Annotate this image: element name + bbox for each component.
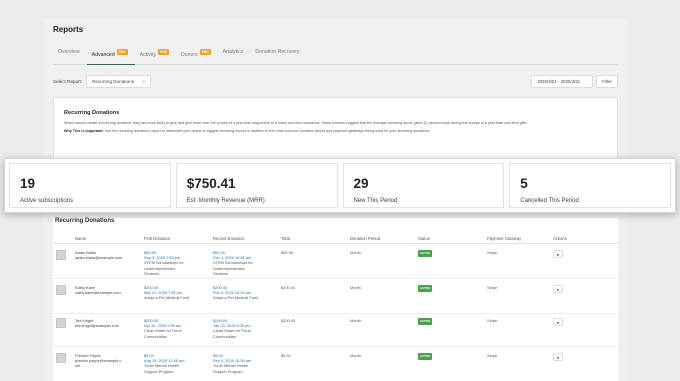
status-badge: ACTIVE	[418, 318, 433, 325]
col-donation-period[interactable]: Donation Period	[350, 236, 380, 241]
donor-email: adam.blake@example.com	[75, 255, 123, 261]
pro-badge: PRO	[158, 49, 169, 55]
table-row: Adam Blake adam.blake@example.com $50.00 S…	[53, 245, 618, 279]
total: $200.00	[281, 285, 296, 290]
avatar	[56, 353, 66, 363]
tab-analytics[interactable]: Analytics	[218, 45, 251, 65]
report-tabs: Overview Advanced PRO Activity PRO Donors P…	[53, 45, 618, 65]
tab-advanced[interactable]: Advanced PRO	[86, 45, 135, 65]
importance-text: Why This is Important: Use the recurring…	[64, 129, 431, 134]
col-total[interactable]: Total	[281, 236, 290, 241]
table-row: Ted Knight ted.knight@example.com $200.00…	[53, 313, 618, 347]
table-title: Recurring Donations	[55, 218, 115, 224]
stat-mrr: $750.41 Est. Monthly Revenue (MRR)	[175, 163, 338, 208]
col-actions: Actions	[553, 236, 567, 241]
period: Month	[350, 250, 361, 255]
table-row: Kathy Kane kathy.kane@example.com $200.00…	[53, 280, 618, 314]
gateway: Stripe	[487, 250, 498, 255]
description-text: When donors create a recurring donation,…	[64, 121, 528, 125]
col-name[interactable]: Name	[75, 236, 86, 241]
view-icon[interactable]: ●	[553, 250, 563, 258]
status-badge: ACTIVE	[418, 353, 433, 360]
period: Month	[350, 318, 361, 323]
page-title: Reports	[53, 25, 84, 34]
donor-email: preston.payne@example.c	[75, 358, 122, 364]
avatar	[56, 285, 66, 295]
gateway: Stripe	[487, 318, 498, 323]
report-description: Recurring Donations When donors create a…	[53, 97, 618, 165]
col-recent-donation[interactable]: Recent Donation	[213, 236, 244, 241]
view-icon[interactable]: ●	[553, 353, 563, 361]
table-row: Preston Payne preston.payne@example.c om $…	[53, 348, 618, 381]
filter-button[interactable]: Filter	[596, 74, 618, 88]
filter-bar: Select Report: Recurring Donations ⌄ 202…	[53, 71, 618, 91]
stat-new-this-period: 29 New This Period	[342, 163, 505, 208]
gateway: Stripe	[487, 353, 498, 358]
donor-email: kathy.kane@example.com	[75, 290, 121, 296]
total: $5.30	[281, 353, 291, 358]
avatar	[56, 250, 66, 260]
stat-cancelled-this-period: 5 Cancelled This Period	[509, 163, 671, 208]
date-range-input[interactable]: 2025/3/01 - 2025/4/31	[531, 74, 594, 88]
period: Month	[350, 285, 361, 290]
col-status[interactable]: Status	[418, 236, 430, 241]
report-select[interactable]: Recurring Donations ⌄	[86, 74, 151, 88]
select-report-label: Select Report:	[53, 78, 83, 84]
stat-active-subscriptions: 19 Active subscriptions	[9, 163, 171, 208]
status-badge: ACTIVE	[418, 250, 433, 257]
recurring-donations-table: Recurring Donations Name First Donation …	[53, 218, 618, 381]
view-icon[interactable]: ●	[553, 318, 563, 326]
table-header: Name First Donation Recent Donation Tota…	[53, 234, 618, 244]
total: $50.56	[281, 250, 293, 255]
donor-email: ted.knight@example.com	[75, 323, 119, 329]
tab-activity[interactable]: Activity PRO	[135, 45, 176, 65]
tab-donation-recovery[interactable]: Donation Recovery	[250, 45, 306, 65]
col-payment-gateway[interactable]: Payment Gateway	[487, 236, 521, 241]
total: $200.00	[281, 318, 296, 323]
status-badge: ACTIVE	[418, 285, 433, 292]
col-first-donation[interactable]: First Donation	[144, 236, 170, 241]
period: Month	[350, 353, 361, 358]
pro-badge: PRO	[116, 49, 128, 55]
avatar	[56, 318, 66, 328]
chevron-down-icon: ⌄	[141, 77, 146, 84]
stats-cards: 19 Active subscriptions $750.41 Est. Mon…	[4, 158, 676, 213]
gateway: Stripe	[487, 285, 498, 290]
description-title: Recurring Donations	[64, 110, 120, 116]
view-icon[interactable]: ●	[553, 285, 563, 293]
pro-badge: PRO	[199, 49, 211, 55]
tab-overview[interactable]: Overview	[53, 45, 87, 65]
tab-donors[interactable]: Donors PRO	[176, 45, 218, 65]
